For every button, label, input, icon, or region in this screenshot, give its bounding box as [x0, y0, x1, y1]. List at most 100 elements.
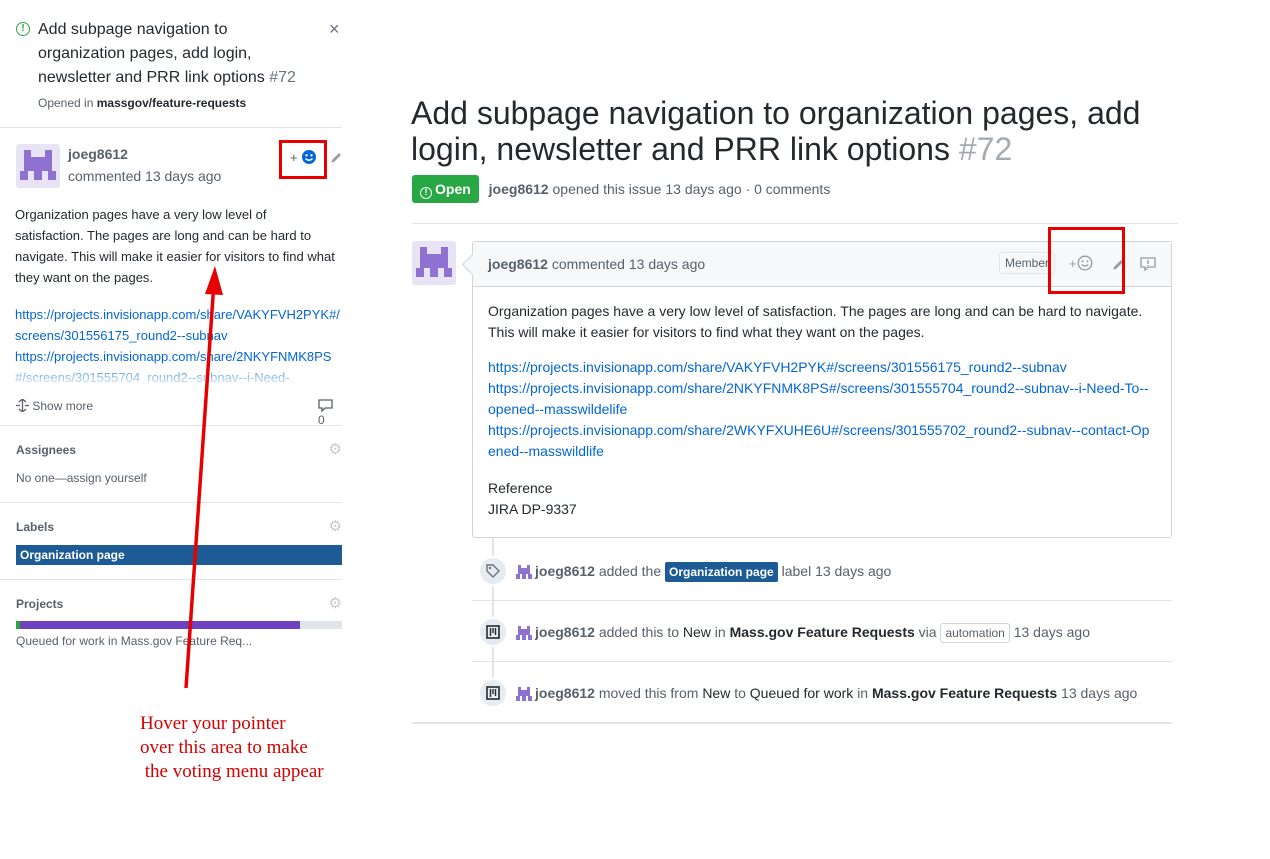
comment-link[interactable]: https://projects.invisionapp.com/share/V… [15, 304, 342, 346]
project-column: Queued for work [749, 685, 854, 701]
avatar[interactable] [412, 241, 456, 285]
event-word: in [714, 624, 726, 640]
report-icon[interactable] [1140, 257, 1156, 271]
projects-title[interactable]: Projects [16, 597, 342, 611]
repo-link[interactable]: massgov/feature-requests [97, 96, 246, 110]
comment-author[interactable]: joeg8612 [488, 256, 548, 272]
assignees-value[interactable]: No one—assign yourself [16, 471, 342, 485]
event-badge [478, 556, 508, 586]
side-opened-in: Opened in massgov/feature-requests [38, 96, 302, 110]
event-verb: added the [598, 563, 662, 579]
settings-gear-icon[interactable]: ⚙ [329, 519, 342, 534]
highlight-box [279, 140, 327, 179]
assignees-section: Assignees ⚙ No one—assign yourself [16, 442, 342, 485]
highlight-box [1048, 227, 1125, 294]
side-title-number: #72 [269, 69, 296, 86]
timeline-event-labeled: joeg8612 added the Organization page lab… [472, 541, 1172, 601]
comment-links: https://projects.invisionapp.com/share/V… [488, 357, 1156, 462]
timeline-end-divider [412, 722, 1172, 724]
assignees-title[interactable]: Assignees [16, 443, 342, 457]
opened-prefix: Opened in [38, 96, 94, 110]
event-word: via [918, 624, 937, 640]
avatar[interactable] [16, 144, 60, 188]
status-label: Open [435, 181, 471, 197]
event-word: in [857, 685, 869, 701]
issue-number: #72 [958, 131, 1013, 167]
event-author[interactable]: joeg8612 [535, 685, 595, 701]
member-badge: Member [999, 252, 1056, 274]
event-badge [478, 678, 508, 708]
divider [0, 425, 342, 426]
event-time: 13 days ago [1061, 685, 1138, 701]
pencil-icon[interactable] [330, 152, 342, 164]
event-badge [478, 617, 508, 647]
project-status[interactable]: Queued for work in Mass.gov Feature Req.… [16, 634, 342, 648]
collapsed-fade [0, 362, 342, 388]
tag-icon [486, 564, 500, 578]
reference-value: JIRA DP-9337 [488, 501, 577, 517]
comment-body: Organization pages have a very low level… [15, 207, 335, 285]
settings-gear-icon[interactable]: ⚙ [329, 442, 342, 457]
event-verb: added this to [598, 624, 679, 640]
divider [0, 579, 342, 580]
annotation-arrow [184, 266, 223, 689]
divider [472, 661, 1172, 662]
issue-title-text: Add subpage navigation to organization p… [411, 95, 1141, 167]
event-time: 13 days ago [1013, 624, 1091, 640]
show-more-button[interactable]: Show more [16, 398, 94, 413]
side-panel-header: ! Add subpage navigation to organization… [0, 0, 342, 128]
project-progress-bar [16, 621, 342, 629]
event-verb: moved this from [598, 685, 699, 701]
issue-author[interactable]: joeg8612 [489, 181, 549, 197]
settings-gear-icon[interactable]: ⚙ [329, 596, 342, 611]
comment-link[interactable]: https://projects.invisionapp.com/share/2… [488, 378, 1156, 420]
divider [472, 600, 1172, 601]
label-organization-page[interactable]: Organization page [16, 545, 342, 565]
avatar[interactable] [516, 564, 532, 580]
comment-count[interactable]: 0 [318, 399, 342, 427]
issue-title: Add subpage navigation to organization p… [411, 95, 1181, 175]
avatar[interactable] [516, 686, 532, 702]
issue-meta-text: opened this issue 13 days ago · 0 commen… [552, 181, 831, 197]
reference-title: Reference [488, 480, 553, 496]
issue-opened-icon: ! [16, 22, 30, 36]
labels-title[interactable]: Labels [16, 520, 342, 534]
comment-timestamp[interactable]: commented 13 days ago [552, 256, 705, 272]
unfold-icon [16, 398, 29, 413]
comment-link[interactable]: https://projects.invisionapp.com/share/2… [488, 420, 1156, 462]
divider [0, 502, 342, 503]
show-more-label: Show more [32, 399, 94, 413]
project-column: New [702, 685, 731, 701]
label-organization-page[interactable]: Organization page [665, 562, 778, 582]
issue-meta: ! Open joeg8612 opened this issue 13 days… [412, 175, 830, 203]
side-panel-title[interactable]: Add subpage navigation to organization p… [38, 18, 302, 90]
labels-section: Labels ⚙ Organization page [16, 519, 342, 565]
comment-text: Organization pages have a very low level… [488, 303, 1143, 340]
event-text: joeg8612 added the Organization page lab… [535, 562, 891, 582]
comment-icon [318, 399, 333, 413]
comment-link[interactable]: https://projects.invisionapp.com/share/V… [488, 357, 1156, 378]
project-icon [486, 686, 500, 700]
comment-timestamp[interactable]: commented 13 days ago [68, 168, 221, 184]
status-badge: ! Open [412, 175, 479, 203]
event-text: joeg8612 added this to New in Mass.gov F… [535, 623, 1090, 643]
comment-author[interactable]: joeg8612 [68, 146, 128, 162]
project-link[interactable]: Mass.gov Feature Requests [730, 624, 915, 640]
timeline-event-added-to-project: joeg8612 added this to New in Mass.gov F… [472, 602, 1172, 662]
event-time: label 13 days ago [781, 563, 892, 579]
project-link[interactable]: Mass.gov Feature Requests [872, 685, 1057, 701]
header-divider [412, 223, 1178, 224]
progress-in-progress [20, 621, 300, 629]
project-icon [486, 625, 500, 639]
event-text: joeg8612 moved this from New to Queued f… [535, 684, 1137, 702]
project-column: New [682, 624, 711, 640]
side-title-text[interactable]: Add subpage navigation to organization p… [38, 21, 265, 86]
annotation-note: Hover your pointer over this area to mak… [140, 713, 324, 782]
event-author[interactable]: joeg8612 [535, 624, 595, 640]
avatar[interactable] [516, 625, 532, 641]
event-word: to [734, 685, 746, 701]
comment-body: Organization pages have a very low level… [473, 287, 1171, 520]
event-author[interactable]: joeg8612 [535, 563, 595, 579]
automation-badge: automation [940, 623, 1010, 643]
close-icon[interactable]: × [329, 20, 340, 38]
